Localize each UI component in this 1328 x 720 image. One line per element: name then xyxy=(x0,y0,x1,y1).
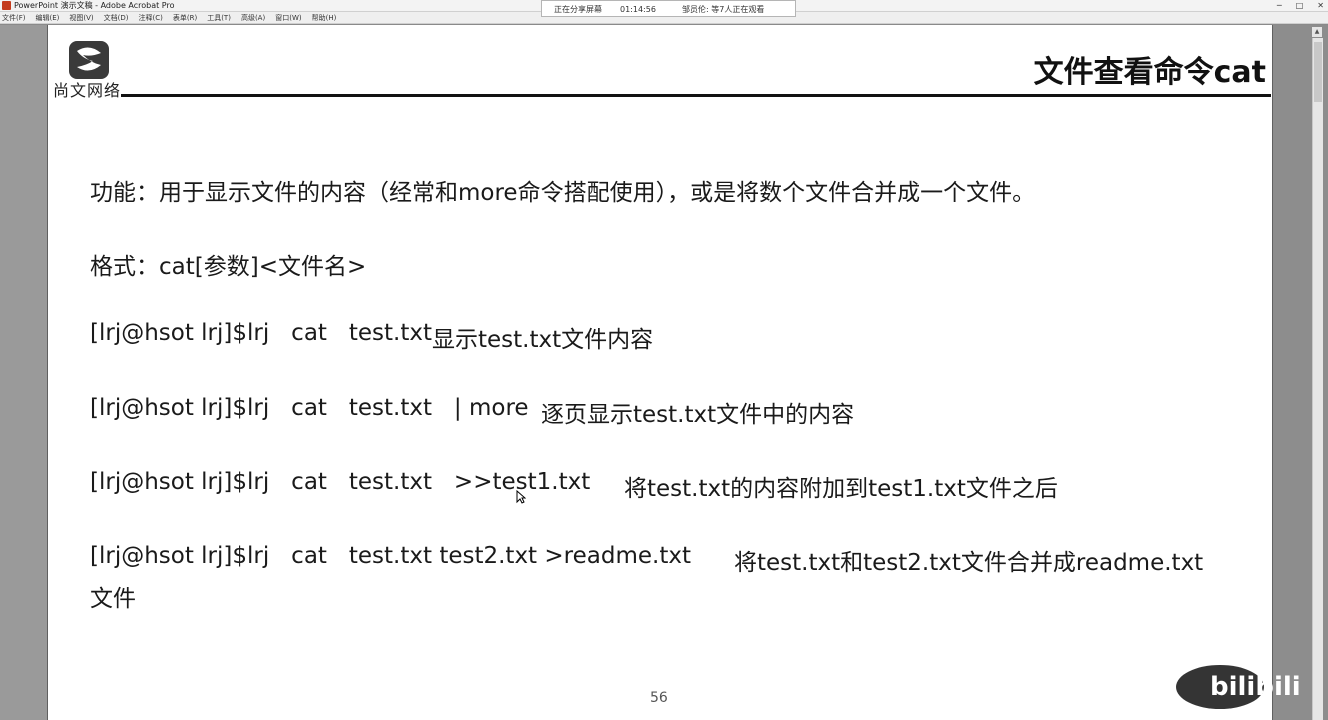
maximize-icon[interactable]: □ xyxy=(1296,0,1304,11)
command-description: 显示test.txt文件内容 xyxy=(432,327,654,353)
share-status: 正在分享屏幕 xyxy=(554,5,602,14)
share-viewers: 邹员伦: 等7人正在观看 xyxy=(682,5,765,14)
menu-item-window[interactable]: 窗口(W) xyxy=(275,12,301,23)
menu-item-edit[interactable]: 编辑(E) xyxy=(36,12,60,23)
menu-item-help[interactable]: 帮助(H) xyxy=(312,12,337,23)
window-title: PowerPoint 演示文稿 - Adobe Acrobat Pro xyxy=(14,1,175,10)
watermark-text: bilibili xyxy=(1210,672,1301,702)
scroll-thumb[interactable] xyxy=(1314,42,1322,102)
window-controls: ─ □ ✕ xyxy=(1277,0,1324,11)
logo-text: 尚文网络 xyxy=(53,81,122,100)
function-line: 功能：用于显示文件的内容（经常和more命令搭配使用），或是将数个文件合并成一个… xyxy=(90,180,1036,206)
menu-item-file[interactable]: 文件(F) xyxy=(2,12,26,23)
command-line: [lrj@hsot lrj]$lrj cat test.txt test2.tx… xyxy=(90,543,691,569)
share-time: 01:14:56 xyxy=(620,5,656,14)
menu-item-advanced[interactable]: 高级(A) xyxy=(241,12,265,23)
menu-item-comments[interactable]: 注释(C) xyxy=(139,12,163,23)
mouse-cursor-icon xyxy=(516,490,526,504)
command-line: [lrj@hsot lrj]$lrj cat test.txt xyxy=(90,320,433,346)
screen-share-banner[interactable]: 正在分享屏幕 01:14:56 邹员伦: 等7人正在观看 xyxy=(541,0,796,17)
menu-item-document[interactable]: 文档(D) xyxy=(104,12,129,23)
page-number: 56 xyxy=(650,690,668,706)
close-icon[interactable]: ✕ xyxy=(1317,0,1324,11)
minimize-icon[interactable]: ─ xyxy=(1277,0,1282,11)
command-description: 将test.txt的内容附加到test1.txt文件之后 xyxy=(624,476,1058,502)
vertical-scrollbar[interactable] xyxy=(1312,38,1323,720)
slide-title: 文件查看命令cat xyxy=(1033,55,1266,90)
command-description: 将test.txt和test2.txt文件合并成readme.txt xyxy=(734,550,1204,576)
menu-item-view[interactable]: 视图(V) xyxy=(69,12,93,23)
command-description-continued: 文件 xyxy=(90,586,136,612)
menu-item-forms[interactable]: 表单(R) xyxy=(173,12,197,23)
left-panel xyxy=(0,25,47,720)
header-rule xyxy=(121,94,1271,97)
scroll-up-icon[interactable]: ▲ xyxy=(1312,27,1322,37)
command-line: [lrj@hsot lrj]$lrj cat test.txt | more xyxy=(90,395,529,421)
menu-item-tools[interactable]: 工具(T) xyxy=(207,12,231,23)
acrobat-icon xyxy=(2,1,11,10)
slide-page: 尚文网络 文件查看命令cat 功能：用于显示文件的内容（经常和more命令搭配使… xyxy=(47,25,1273,720)
command-description: 逐页显示test.txt文件中的内容 xyxy=(541,402,855,428)
bilibili-watermark-icon: bilibili xyxy=(1176,665,1301,709)
format-line: 格式：cat[参数]<文件名> xyxy=(90,254,367,280)
